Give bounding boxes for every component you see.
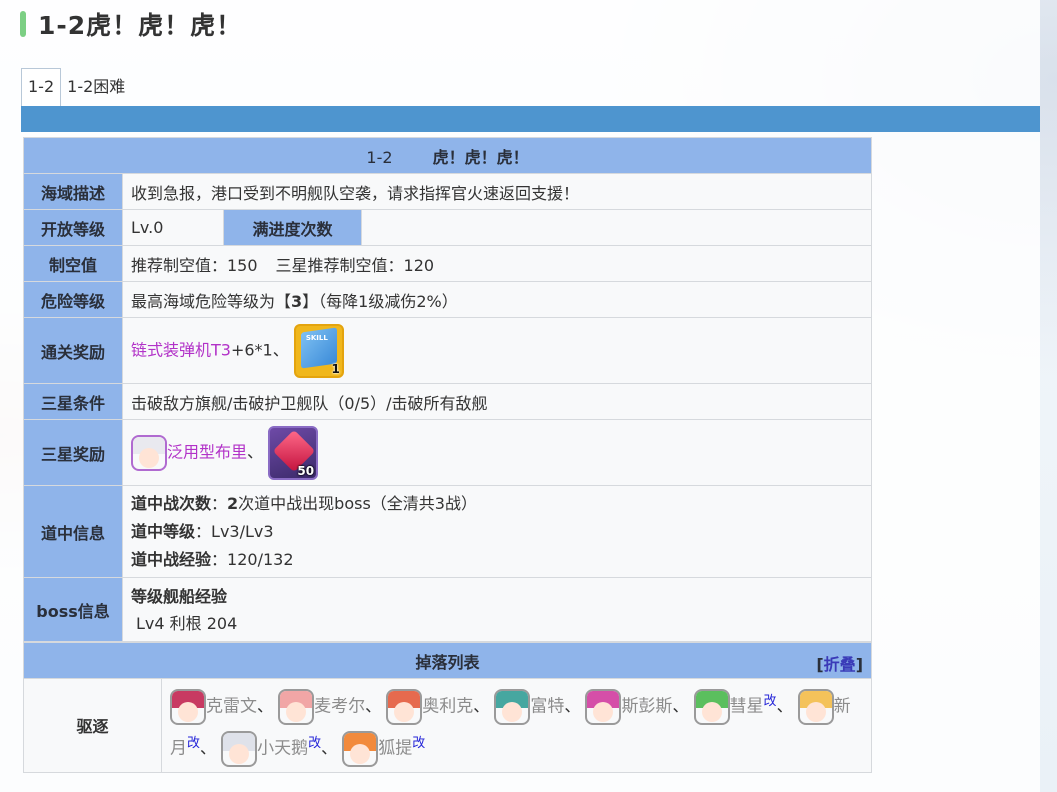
danger-level-number: 3 bbox=[291, 291, 303, 311]
drop-list-header: 掉落列表 [折叠] bbox=[23, 642, 872, 679]
skill-book-count: 1 bbox=[331, 361, 340, 376]
value-open-level: Lv.0 bbox=[122, 209, 224, 246]
label-open-level: 开放等级 bbox=[23, 209, 123, 246]
heading-accent-bar bbox=[20, 11, 26, 37]
label-air-superiority: 制空值 bbox=[23, 245, 123, 282]
ship-avatar-icon[interactable] bbox=[221, 731, 258, 768]
tab-normal[interactable]: 1-2 bbox=[21, 68, 62, 106]
page-content: 1-2 虎！虎！虎！ 1-2 1-2困难 1-2 虎！虎！虎！ 海域描述 收到急报，… bbox=[0, 0, 1040, 792]
drop-ship-name[interactable]: 富特 bbox=[530, 696, 564, 716]
label-danger-level: 危险等级 bbox=[23, 281, 123, 318]
air-recommended: 推荐制空值：150 bbox=[131, 255, 258, 275]
modified-marker[interactable]: 改 bbox=[412, 736, 425, 751]
drop-ship-name[interactable]: 奥利克 bbox=[422, 696, 473, 716]
ship-avatar-icon[interactable] bbox=[693, 688, 730, 725]
tab-hard[interactable]: 1-2困难 bbox=[61, 68, 131, 106]
three-star-ship-link[interactable]: 泛用型布里 bbox=[167, 442, 247, 461]
three-star-sep: 、 bbox=[247, 442, 264, 461]
stage-tabs: 1-2 1-2困难 bbox=[21, 68, 131, 106]
value-full-progress-count bbox=[361, 209, 872, 246]
label-route-info: 道中信息 bbox=[23, 485, 123, 578]
value-danger-level: 最高海域危险等级为【3】（每降1级减伤2%） bbox=[122, 281, 872, 318]
ship-avatar-icon[interactable] bbox=[386, 688, 423, 725]
drop-list-table: 掉落列表 [折叠] 驱逐 克雷文、 麦考尔、 奥利克、 富特、 斯彭斯、 彗星改… bbox=[23, 642, 872, 773]
stage-info-table: 1-2 虎！虎！虎！ 海域描述 收到急报，港口受到不明舰队空袭，请求指挥官火速返回… bbox=[23, 137, 872, 642]
modified-marker[interactable]: 改 bbox=[187, 736, 200, 751]
reward-item-link[interactable]: 链式装弹机T3 bbox=[131, 340, 231, 359]
route-exp-line: 道中战经验：120/132 bbox=[131, 549, 294, 569]
route-battles-line: 道中战次数：2次道中战出现boss（全清共3战） bbox=[131, 493, 477, 513]
route-level-line: 道中等级：Lv3/Lv3 bbox=[131, 521, 274, 541]
label-three-star-reward: 三星奖励 bbox=[23, 419, 123, 486]
label-clear-reward: 通关奖励 bbox=[23, 317, 123, 384]
reward-item-qty: +6*1、 bbox=[230, 340, 289, 359]
drop-list-title: 掉落列表 bbox=[415, 652, 480, 672]
boss-columns: 等级舰船经验 bbox=[131, 586, 228, 606]
modified-marker[interactable]: 改 bbox=[764, 694, 777, 709]
stage-name: 虎！虎！虎！ bbox=[432, 147, 529, 167]
value-air-superiority: 推荐制空值：150 三星推荐制空值：120 bbox=[122, 245, 872, 282]
value-route-info: 道中战次数：2次道中战出现boss（全清共3战） 道中等级：Lv3/Lv3 道中… bbox=[122, 485, 872, 578]
gem-icon[interactable]: 50 bbox=[268, 425, 319, 480]
drop-category-label: 驱逐 bbox=[23, 678, 162, 773]
value-description: 收到急报，港口受到不明舰队空袭，请求指挥官火速返回支援！ bbox=[122, 173, 872, 210]
drop-ship-name[interactable]: 克雷文 bbox=[206, 696, 257, 716]
drop-ship-name[interactable]: 彗星 bbox=[730, 696, 764, 716]
label-full-progress-count: 满进度次数 bbox=[223, 209, 362, 246]
danger-suffix: 】（每降1级减伤2%） bbox=[302, 291, 458, 311]
air-three-star: 三星推荐制空值：120 bbox=[275, 255, 435, 275]
page-heading: 1-2虎！虎！虎！ bbox=[20, 8, 242, 40]
gem-count: 50 bbox=[297, 463, 315, 478]
page-title: 1-2虎！虎！虎！ bbox=[38, 11, 243, 40]
drop-ship-name[interactable]: 麦考尔 bbox=[314, 696, 365, 716]
ship-avatar-icon[interactable] bbox=[278, 688, 315, 725]
drop-ship-list: 克雷文、 麦考尔、 奥利克、 富特、 斯彭斯、 彗星改、 新月改、 小天鹅改、 … bbox=[161, 678, 872, 773]
label-three-star-condition: 三星条件 bbox=[23, 383, 123, 420]
drop-ship-name[interactable]: 小天鹅 bbox=[257, 739, 308, 759]
value-three-star-reward: 泛用型布里、 50 bbox=[122, 419, 872, 486]
modified-marker[interactable]: 改 bbox=[308, 736, 321, 751]
skill-book-icon[interactable]: SKILL 1 bbox=[293, 323, 344, 378]
stage-header: 1-2 虎！虎！虎！ bbox=[23, 137, 872, 174]
ship-avatar-icon[interactable] bbox=[131, 434, 167, 471]
ship-avatar-icon[interactable] bbox=[170, 688, 206, 725]
value-boss-info: 等级舰船经验 Lv4 利根 204 bbox=[122, 577, 872, 642]
label-boss-info: boss信息 bbox=[23, 577, 123, 642]
ship-avatar-icon[interactable] bbox=[494, 688, 531, 725]
tab-panel-strip bbox=[21, 106, 1040, 132]
ship-avatar-icon[interactable] bbox=[342, 731, 379, 768]
ship-avatar-icon[interactable] bbox=[797, 688, 834, 725]
stage-code: 1-2 bbox=[366, 147, 393, 167]
value-three-star-condition: 击破敌方旗舰/击破护卫舰队（0/5）/击破所有敌舰 bbox=[122, 383, 872, 420]
value-clear-reward: 链式装弹机T3+6*1、 SKILL 1 bbox=[122, 317, 872, 384]
collapse-toggle[interactable]: [折叠] bbox=[816, 651, 863, 675]
danger-prefix: 最高海域危险等级为【 bbox=[131, 291, 292, 311]
boss-row: Lv4 利根 204 bbox=[136, 613, 238, 633]
label-description: 海域描述 bbox=[23, 173, 123, 210]
drop-ship-name[interactable]: 狐提 bbox=[378, 739, 412, 759]
drop-ship-name[interactable]: 斯彭斯 bbox=[621, 696, 672, 716]
ship-avatar-icon[interactable] bbox=[585, 688, 622, 725]
